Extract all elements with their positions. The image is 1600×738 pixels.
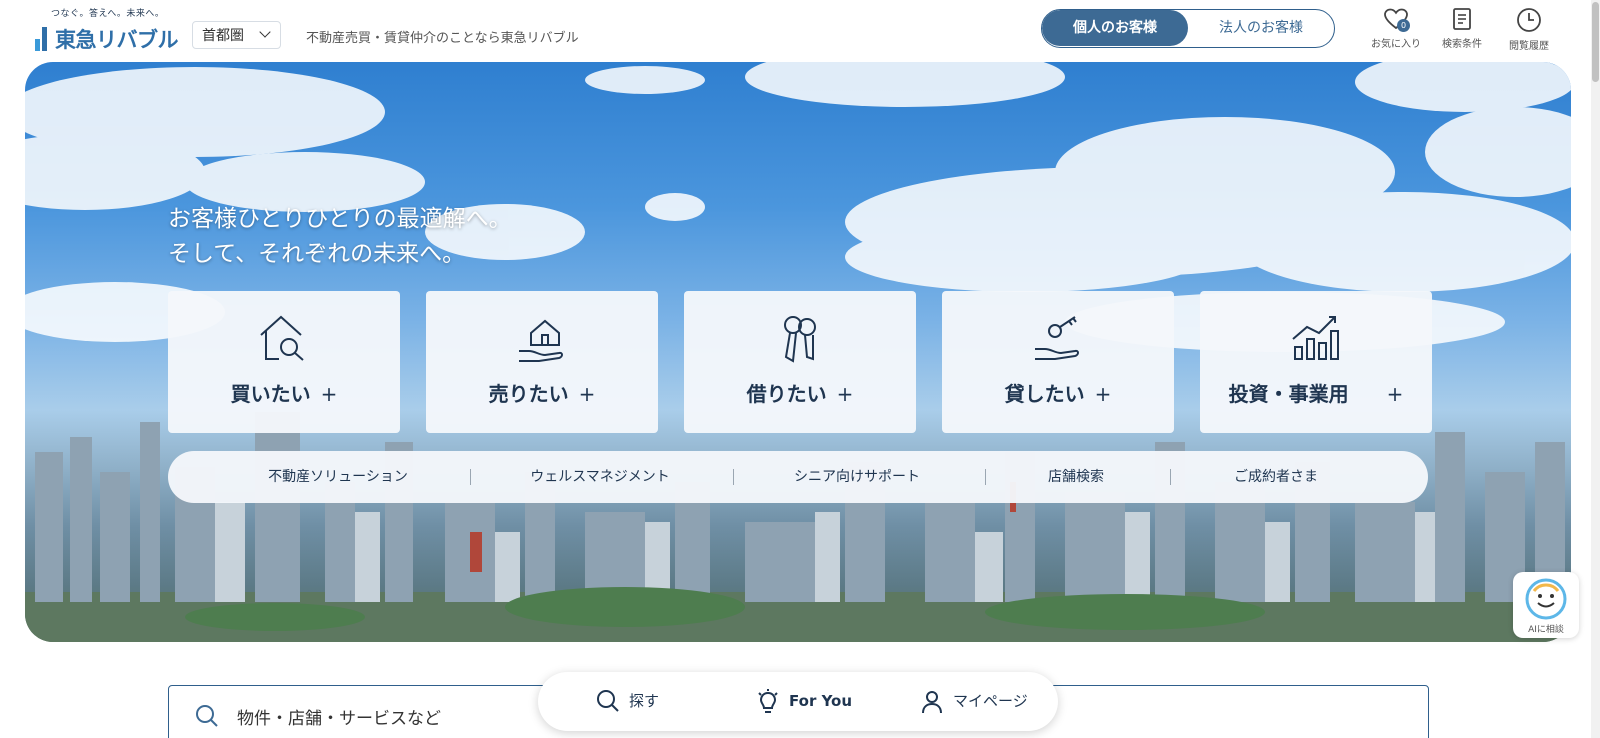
subnav-divider <box>985 469 986 485</box>
card-sell[interactable]: 売りたい + <box>426 291 658 433</box>
card-sell-label: 売りたい + <box>488 382 596 406</box>
brand-logo[interactable]: つなぐ。答えへ。未来へ。 東急リバブル <box>33 6 179 52</box>
subnav-wealth-management[interactable]: ウェルスマネジメント <box>530 451 670 503</box>
card-lease-label: 貸したい + <box>1004 382 1112 406</box>
card-buy-label: 買いたい + <box>230 382 338 406</box>
card-investment-label: 投資・事業用 + <box>1228 382 1404 406</box>
nav-mypage-button[interactable]: マイページ <box>920 672 1028 731</box>
subnav-contracted-customers[interactable]: ご成約者さま <box>1234 451 1318 503</box>
history-label: 閲覧履歴 <box>1509 41 1549 52</box>
customer-type-toggle: 個人のお客様 法人のお客様 <box>1041 9 1335 48</box>
lightbulb-icon <box>758 689 778 713</box>
clock-icon <box>1517 8 1541 32</box>
subnav-divider <box>1170 469 1171 485</box>
smiley-face-icon <box>1525 578 1567 620</box>
nav-search-label: 探す <box>629 692 660 710</box>
favorites-count-badge: 0 <box>1397 19 1410 32</box>
nav-for-you-label: For You <box>789 692 853 710</box>
city-skyline-image <box>25 412 1571 642</box>
user-icon <box>922 691 942 714</box>
service-subnav: 不動産ソリューション ウェルスマネジメント シニア向けサポート 店舗検索 ご成約… <box>168 451 1428 503</box>
card-rent[interactable]: 借りたい + <box>684 291 916 433</box>
key-hand-icon <box>1035 316 1079 360</box>
nav-for-you-button[interactable]: For You <box>756 672 852 731</box>
document-icon <box>1453 8 1471 30</box>
house-search-icon <box>260 315 304 361</box>
card-lease[interactable]: 貸したい + <box>942 291 1174 433</box>
hero-headline-line2: そして、それぞれの未来へ。 <box>168 241 466 267</box>
tab-corporate-customers[interactable]: 法人のお客様 <box>1188 10 1334 46</box>
favorites-button[interactable]: 0 お気に入り <box>1366 7 1426 53</box>
header-description: 不動産売買・賃貸仲介のことなら東急リバブル <box>306 31 579 46</box>
search-input-placeholder: 物件・店舗・サービスなど <box>237 709 441 729</box>
region-select[interactable]: 首都圏 <box>192 21 281 49</box>
search-icon <box>597 690 619 712</box>
growth-chart-icon <box>1292 316 1339 360</box>
nav-mypage-label: マイページ <box>953 692 1028 710</box>
scrollbar-thumb[interactable] <box>1592 2 1599 82</box>
page-scrollbar[interactable] <box>1591 0 1600 738</box>
brand-tagline: つなぐ。答えへ。未来へ。 <box>51 9 165 19</box>
card-investment[interactable]: 投資・事業用 + <box>1200 291 1432 433</box>
chevron-down-icon <box>259 26 271 38</box>
hero-headline-line1: お客様ひとりひとりの最適解へ。 <box>168 206 512 232</box>
card-rent-label: 借りたい + <box>746 382 854 406</box>
nav-search-button[interactable]: 探す <box>596 672 659 731</box>
favorites-label: お気に入り <box>1371 39 1421 50</box>
ai-consult-label: AIに相談 <box>1528 625 1564 635</box>
brand-name: 東急リバブル <box>55 28 179 52</box>
subnav-real-estate-solutions[interactable]: 不動産ソリューション <box>268 451 408 503</box>
hero-banner: お客様ひとりひとりの最適解へ。 そして、それぞれの未来へ。 買いたい + 売りたい… <box>25 62 1571 642</box>
floating-bottom-nav: 探す For You マイページ <box>538 672 1058 731</box>
search-conditions-label: 検索条件 <box>1442 39 1482 50</box>
search-icon <box>196 705 218 727</box>
hero-headline: お客様ひとりひとりの最適解へ。 そして、それぞれの未来へ。 <box>168 202 512 272</box>
subnav-store-search[interactable]: 店舗検索 <box>1048 451 1104 503</box>
history-button[interactable]: 閲覧履歴 <box>1499 7 1559 53</box>
house-hand-icon <box>519 319 563 362</box>
subnav-senior-support[interactable]: シニア向けサポート <box>794 451 920 503</box>
keys-icon <box>784 316 816 363</box>
subnav-divider <box>733 469 734 485</box>
tab-personal-customers[interactable]: 個人のお客様 <box>1042 10 1188 46</box>
region-select-value: 首都圏 <box>202 28 244 44</box>
site-header: つなぐ。答えへ。未来へ。 東急リバブル 首都圏 不動産売買・賃貸仲介のことなら東… <box>0 0 1600 60</box>
ai-consult-button[interactable]: AIに相談 <box>1513 572 1579 638</box>
card-buy[interactable]: 買いたい + <box>168 291 400 433</box>
search-conditions-button[interactable]: 検索条件 <box>1432 7 1492 53</box>
subnav-divider <box>470 469 471 485</box>
logo-mark-icon <box>35 27 47 51</box>
